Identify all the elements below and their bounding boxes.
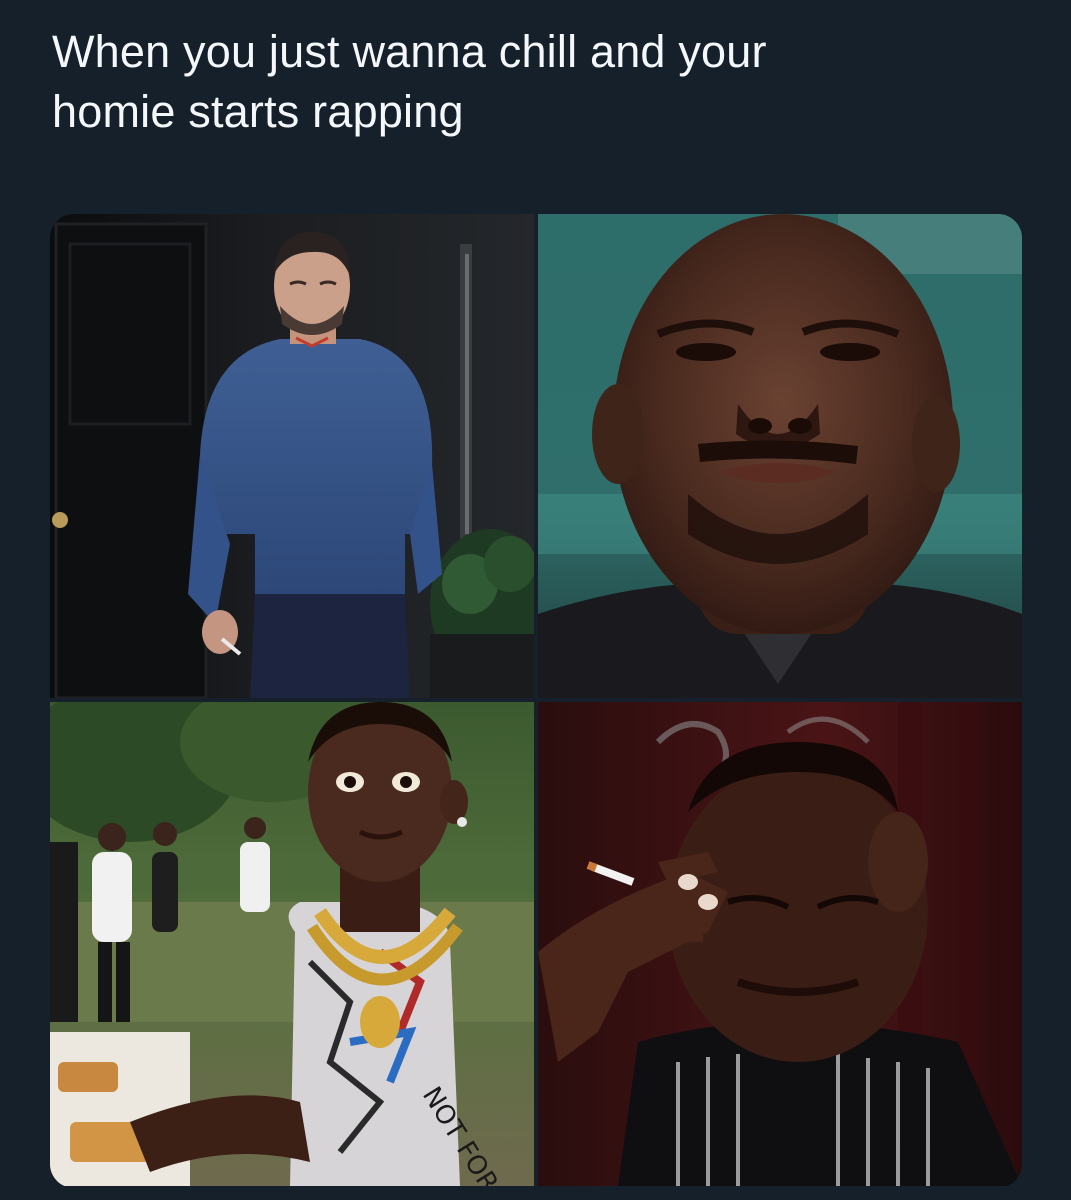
man-in-blue-sweater-smoking-photo xyxy=(50,214,534,698)
media-panel-4[interactable] xyxy=(538,702,1022,1186)
media-panel-2[interactable] xyxy=(538,214,1022,698)
media-grid[interactable]: NOT FOR SALE xyxy=(50,214,1022,1188)
man-looking-up-closeup-photo xyxy=(538,214,1022,698)
man-with-gold-chain-staring-photo: NOT FOR SALE xyxy=(50,702,534,1186)
media-panel-3[interactable]: NOT FOR SALE xyxy=(50,702,534,1186)
tweet-text-line-1: When you just wanna chill and your xyxy=(52,26,767,77)
media-panel-1[interactable] xyxy=(50,214,534,698)
man-holding-head-with-cigarette-photo xyxy=(538,702,1022,1186)
tweet-text-line-2: homie starts rapping xyxy=(52,86,464,137)
tweet-page: When you just wanna chill and your homie… xyxy=(0,0,1071,1200)
tweet-text: When you just wanna chill and your homie… xyxy=(52,22,1012,142)
